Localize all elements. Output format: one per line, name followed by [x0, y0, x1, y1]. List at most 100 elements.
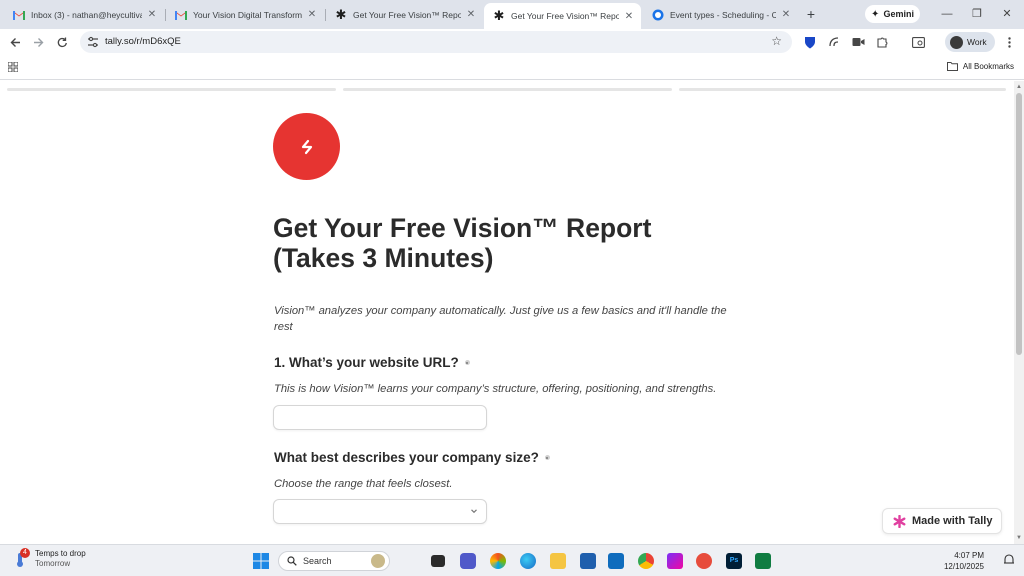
- bookmarks-bar: All Bookmarks: [0, 55, 1024, 80]
- required-icon: [464, 360, 470, 365]
- form-intro: Vision™ analyzes your company automatica…: [274, 305, 727, 333]
- gemini-label: Gemini: [883, 9, 914, 19]
- tab-gmail-inbox[interactable]: Inbox (3) - nathan@heycultivat ✕: [4, 3, 164, 26]
- chrome-icon[interactable]: [638, 553, 654, 569]
- forward-button[interactable]: [30, 34, 46, 50]
- taskbar-search[interactable]: Search: [278, 551, 390, 571]
- progress-segment: [343, 88, 672, 91]
- chevron-down-icon: [471, 509, 477, 514]
- file-explorer-icon[interactable]: [550, 553, 566, 569]
- forward-arrow-icon: [33, 37, 43, 47]
- question-label-text: 1. What’s your website URL?: [274, 355, 459, 370]
- question-1-help: This is how Vision™ learns your company’…: [274, 383, 717, 395]
- copilot-icon[interactable]: [490, 553, 506, 569]
- browser-toolbar: tally.so/r/mD6xQE ☆ Work: [0, 29, 1024, 55]
- notification-bell-icon[interactable]: [1002, 553, 1016, 567]
- made-with-tally-label: Made with Tally: [912, 515, 993, 527]
- extensions-puzzle-icon[interactable]: [874, 34, 890, 50]
- back-button[interactable]: [7, 34, 23, 50]
- app-icon[interactable]: [696, 553, 712, 569]
- profile-label: Work: [967, 37, 987, 47]
- scroll-up-icon[interactable]: ▲: [1016, 84, 1022, 90]
- tab-vision-transformation[interactable]: Your Vision Digital Transformati ✕: [166, 3, 324, 26]
- system-clock[interactable]: 4:07 PM 12/10/2025: [944, 550, 984, 572]
- weather-badge: 4: [20, 548, 30, 558]
- clock-time: 4:07 PM: [954, 551, 984, 560]
- weather-widget[interactable]: 4 Temps to drop Tomorrow: [12, 548, 86, 569]
- weather-title: Temps to drop: [35, 549, 86, 558]
- site-settings-icon: [88, 36, 98, 48]
- gmail-icon: [13, 9, 25, 21]
- page-viewport: Get Your Free Vision™ Report (Takes 3 Mi…: [0, 81, 1024, 544]
- tab-title: Inbox (3) - nathan@heycultivat: [31, 9, 142, 20]
- bitwarden-extension-icon[interactable]: [802, 34, 818, 50]
- form-logo: [273, 113, 340, 180]
- tab-search-icon[interactable]: [910, 34, 926, 50]
- store-icon[interactable]: [580, 553, 596, 569]
- video-icon[interactable]: [850, 34, 866, 50]
- gemini-icon: ✦: [871, 8, 880, 20]
- close-icon[interactable]: ✕: [465, 9, 477, 20]
- tab-strip: Inbox (3) - nathan@heycultivat ✕ Your Vi…: [0, 0, 1024, 29]
- tab-title: Get Your Free Vision™ Report (T: [353, 9, 461, 20]
- apps-grid-icon[interactable]: [8, 62, 18, 72]
- page-scrollbar[interactable]: ▲ ▼: [1014, 81, 1024, 544]
- clipchamp-icon[interactable]: [667, 553, 683, 569]
- close-icon[interactable]: ✕: [623, 11, 635, 22]
- form-title: Get Your Free Vision™ Report (Takes 3 Mi…: [273, 213, 652, 273]
- scroll-down-icon[interactable]: ▼: [1016, 535, 1022, 541]
- close-icon[interactable]: ✕: [306, 9, 318, 20]
- reload-icon: [57, 37, 67, 47]
- edge-icon[interactable]: [520, 553, 536, 569]
- tab-event-types[interactable]: Event types - Scheduling - Cale ✕: [643, 3, 798, 26]
- company-size-select[interactable]: [273, 499, 487, 524]
- close-window-button[interactable]: ✕: [998, 6, 1016, 22]
- profile-button[interactable]: Work: [945, 32, 995, 52]
- tab-vision-report-1[interactable]: ✱ Get Your Free Vision™ Report (T ✕: [326, 3, 483, 26]
- gmail-icon: [175, 9, 187, 21]
- question-label-text: What best describes your company size?: [274, 450, 539, 465]
- clock-date: 12/10/2025: [943, 562, 984, 571]
- tab-title: Event types - Scheduling - Cale: [670, 9, 776, 20]
- excel-icon[interactable]: [755, 553, 771, 569]
- question-2-label: What best describes your company size?: [274, 450, 550, 465]
- close-icon[interactable]: ✕: [780, 9, 792, 20]
- scroll-thumb[interactable]: [1016, 93, 1022, 355]
- search-label: Search: [303, 556, 332, 566]
- gemini-button[interactable]: ✦ Gemini: [865, 5, 920, 23]
- question-2-help: Choose the range that feels closest.: [274, 478, 453, 490]
- progress-segment: [7, 88, 336, 91]
- teams-icon[interactable]: [460, 553, 476, 569]
- avatar: [950, 35, 963, 49]
- menu-icon[interactable]: [1001, 34, 1017, 50]
- bookmark-star-icon[interactable]: ☆: [771, 34, 782, 48]
- weather-icon: 4: [12, 548, 30, 568]
- close-icon[interactable]: ✕: [146, 9, 158, 20]
- tally-icon: ✱: [335, 6, 347, 22]
- all-bookmarks-label: All Bookmarks: [962, 62, 1014, 71]
- tally-icon: ✱: [493, 8, 505, 23]
- weather-subtitle: Tomorrow: [35, 559, 71, 568]
- tally-asterisk-icon: [893, 514, 906, 528]
- maximize-button[interactable]: ❐: [968, 6, 986, 22]
- photoshop-icon[interactable]: Ps: [726, 553, 742, 569]
- folder-icon: [946, 62, 958, 71]
- windows-start-icon[interactable]: [253, 553, 269, 569]
- outlook-icon[interactable]: [608, 553, 624, 569]
- new-tab-button[interactable]: +: [803, 6, 819, 22]
- address-bar[interactable]: tally.so/r/mD6xQE ☆: [80, 31, 792, 53]
- required-icon: [544, 455, 550, 460]
- reload-button[interactable]: [54, 34, 70, 50]
- all-bookmarks-button[interactable]: All Bookmarks: [946, 62, 1014, 71]
- task-view-icon[interactable]: [431, 555, 445, 567]
- logo-icon: [301, 139, 312, 154]
- back-arrow-icon: [10, 37, 20, 47]
- extension-icon[interactable]: [826, 34, 842, 50]
- minimize-button[interactable]: —: [938, 6, 956, 22]
- question-1-label: 1. What’s your website URL?: [274, 355, 470, 370]
- progress-segment: [679, 88, 1006, 91]
- search-highlight-icon: [371, 554, 385, 568]
- tab-vision-report-active[interactable]: ✱ Get Your Free Vision™ Report (T ✕: [484, 3, 641, 29]
- made-with-tally-badge[interactable]: Made with Tally: [882, 508, 1002, 534]
- website-url-input[interactable]: [273, 405, 487, 430]
